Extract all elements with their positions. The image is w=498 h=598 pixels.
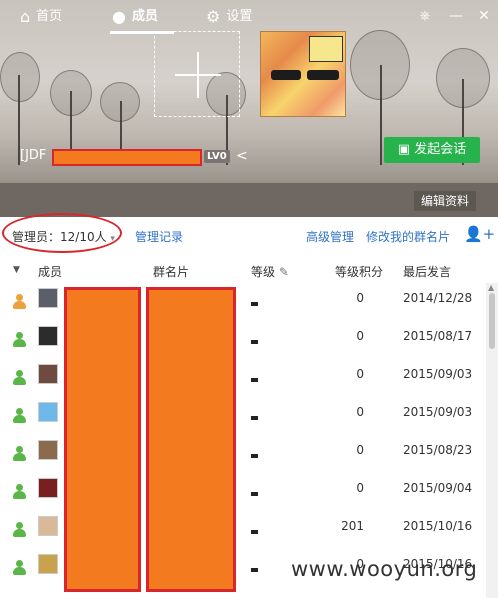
member-table-header: ▼ 成员 群名片 等级 ✎ 等级积分 最后发言 <box>0 257 498 283</box>
tree-decoration <box>350 30 410 100</box>
member-icon <box>12 484 26 500</box>
member-points: 0 <box>356 405 364 419</box>
active-tab-indicator <box>110 31 174 34</box>
collapse-icon[interactable]: ▼ <box>13 265 20 275</box>
member-last-speak: 2015/08/17 <box>403 329 473 343</box>
column-level-label: 等级 <box>251 265 276 279</box>
plus-icon <box>197 52 199 98</box>
member-points: 0 <box>356 329 364 343</box>
member-icon <box>12 560 26 576</box>
level-badge: LV0 <box>204 150 230 163</box>
tree-decoration <box>436 48 490 108</box>
member-icon <box>12 332 26 348</box>
member-avatar[interactable] <box>38 402 58 422</box>
manage-log-link[interactable]: 管理记录 <box>135 228 183 245</box>
minimize-button[interactable]: — <box>446 6 466 26</box>
member-avatar[interactable] <box>38 288 58 308</box>
member-last-speak: 2015/09/04 <box>403 481 473 495</box>
member-points: 201 <box>341 519 364 533</box>
member-points: 0 <box>356 367 364 381</box>
close-button[interactable]: ✕ <box>474 6 494 26</box>
column-card[interactable]: 群名片 <box>153 263 189 280</box>
upload-avatar-button[interactable] <box>154 31 240 117</box>
redacted-card-names <box>146 287 236 592</box>
scrollbar-thumb[interactable] <box>489 293 495 349</box>
redacted-member-names <box>64 287 141 592</box>
avatar-sunglasses <box>271 70 301 80</box>
chat-icon: ▣ <box>397 142 415 157</box>
member-level: - <box>251 340 258 344</box>
watermark: www.wooyun.org <box>291 557 478 581</box>
tab-members[interactable]: ● 成员 <box>112 0 158 34</box>
scroll-up-icon[interactable]: ▲ <box>488 283 494 292</box>
member-last-speak: 2015/09/03 <box>403 367 473 381</box>
tab-settings[interactable]: ⚙ 设置 <box>206 0 252 34</box>
advanced-manage-link[interactable]: 高级管理 <box>306 228 354 245</box>
column-points[interactable]: 等级积分 <box>335 263 383 280</box>
member-level: - <box>251 530 258 534</box>
member-avatar[interactable] <box>38 554 58 574</box>
avatar-sunglasses <box>307 70 339 80</box>
member-icon <box>12 446 26 462</box>
tab-label: 设置 <box>226 9 253 24</box>
member-points: 0 <box>356 481 364 495</box>
member-icon <box>12 408 26 424</box>
tree-decoration <box>100 82 140 122</box>
tree-decoration <box>50 70 92 116</box>
redacted-group-name <box>52 149 202 166</box>
member-icon <box>12 370 26 386</box>
tab-home[interactable]: ⌂ 首页 <box>20 0 62 34</box>
member-avatar[interactable] <box>38 516 58 536</box>
member-last-speak: 2015/10/16 <box>403 519 473 533</box>
start-chat-label: 发起会话 <box>414 142 467 157</box>
member-level: - <box>251 378 258 382</box>
start-chat-button[interactable]: ▣ 发起会话 <box>384 137 480 163</box>
member-points: 0 <box>356 291 364 305</box>
member-level: - <box>251 568 258 572</box>
group-name-prefix: [JDF <box>20 148 47 163</box>
member-points: 0 <box>356 443 364 457</box>
member-icon <box>12 522 26 538</box>
owner-icon <box>12 294 26 310</box>
edit-card-link[interactable]: 修改我的群名片 <box>366 228 450 245</box>
share-icon[interactable]: < <box>236 148 248 164</box>
group-avatar[interactable] <box>260 31 346 117</box>
column-member[interactable]: 成员 <box>38 263 62 280</box>
member-avatar[interactable] <box>38 326 58 346</box>
member-icon: ● <box>112 7 126 26</box>
member-level: - <box>251 302 258 306</box>
edit-profile-button[interactable]: 编辑资料 <box>414 191 476 211</box>
member-level: - <box>251 416 258 420</box>
avatar-sticker <box>309 36 343 62</box>
home-icon: ⌂ <box>20 7 31 26</box>
member-last-speak: 2014/12/28 <box>403 291 473 305</box>
add-member-icon[interactable]: 👤+ <box>464 225 495 243</box>
member-level: - <box>251 492 258 496</box>
member-avatar[interactable] <box>38 364 58 384</box>
member-last-speak: 2015/08/23 <box>403 443 473 457</box>
column-level[interactable]: 等级 ✎ <box>251 263 289 280</box>
tab-label: 首页 <box>36 9 63 24</box>
skin-icon[interactable]: ⎈ <box>415 6 435 26</box>
gear-icon: ⚙ <box>206 7 221 26</box>
member-level: - <box>251 454 258 458</box>
member-avatar[interactable] <box>38 440 58 460</box>
tree-decoration <box>0 52 40 102</box>
member-last-speak: 2015/09/03 <box>403 405 473 419</box>
column-last-speak[interactable]: 最后发言 <box>403 263 451 280</box>
scrollbar[interactable]: ▲ <box>486 283 498 598</box>
highlight-circle <box>2 213 122 253</box>
member-avatar[interactable] <box>38 478 58 498</box>
tab-label: 成员 <box>131 9 158 24</box>
edit-icon[interactable]: ✎ <box>279 265 289 279</box>
